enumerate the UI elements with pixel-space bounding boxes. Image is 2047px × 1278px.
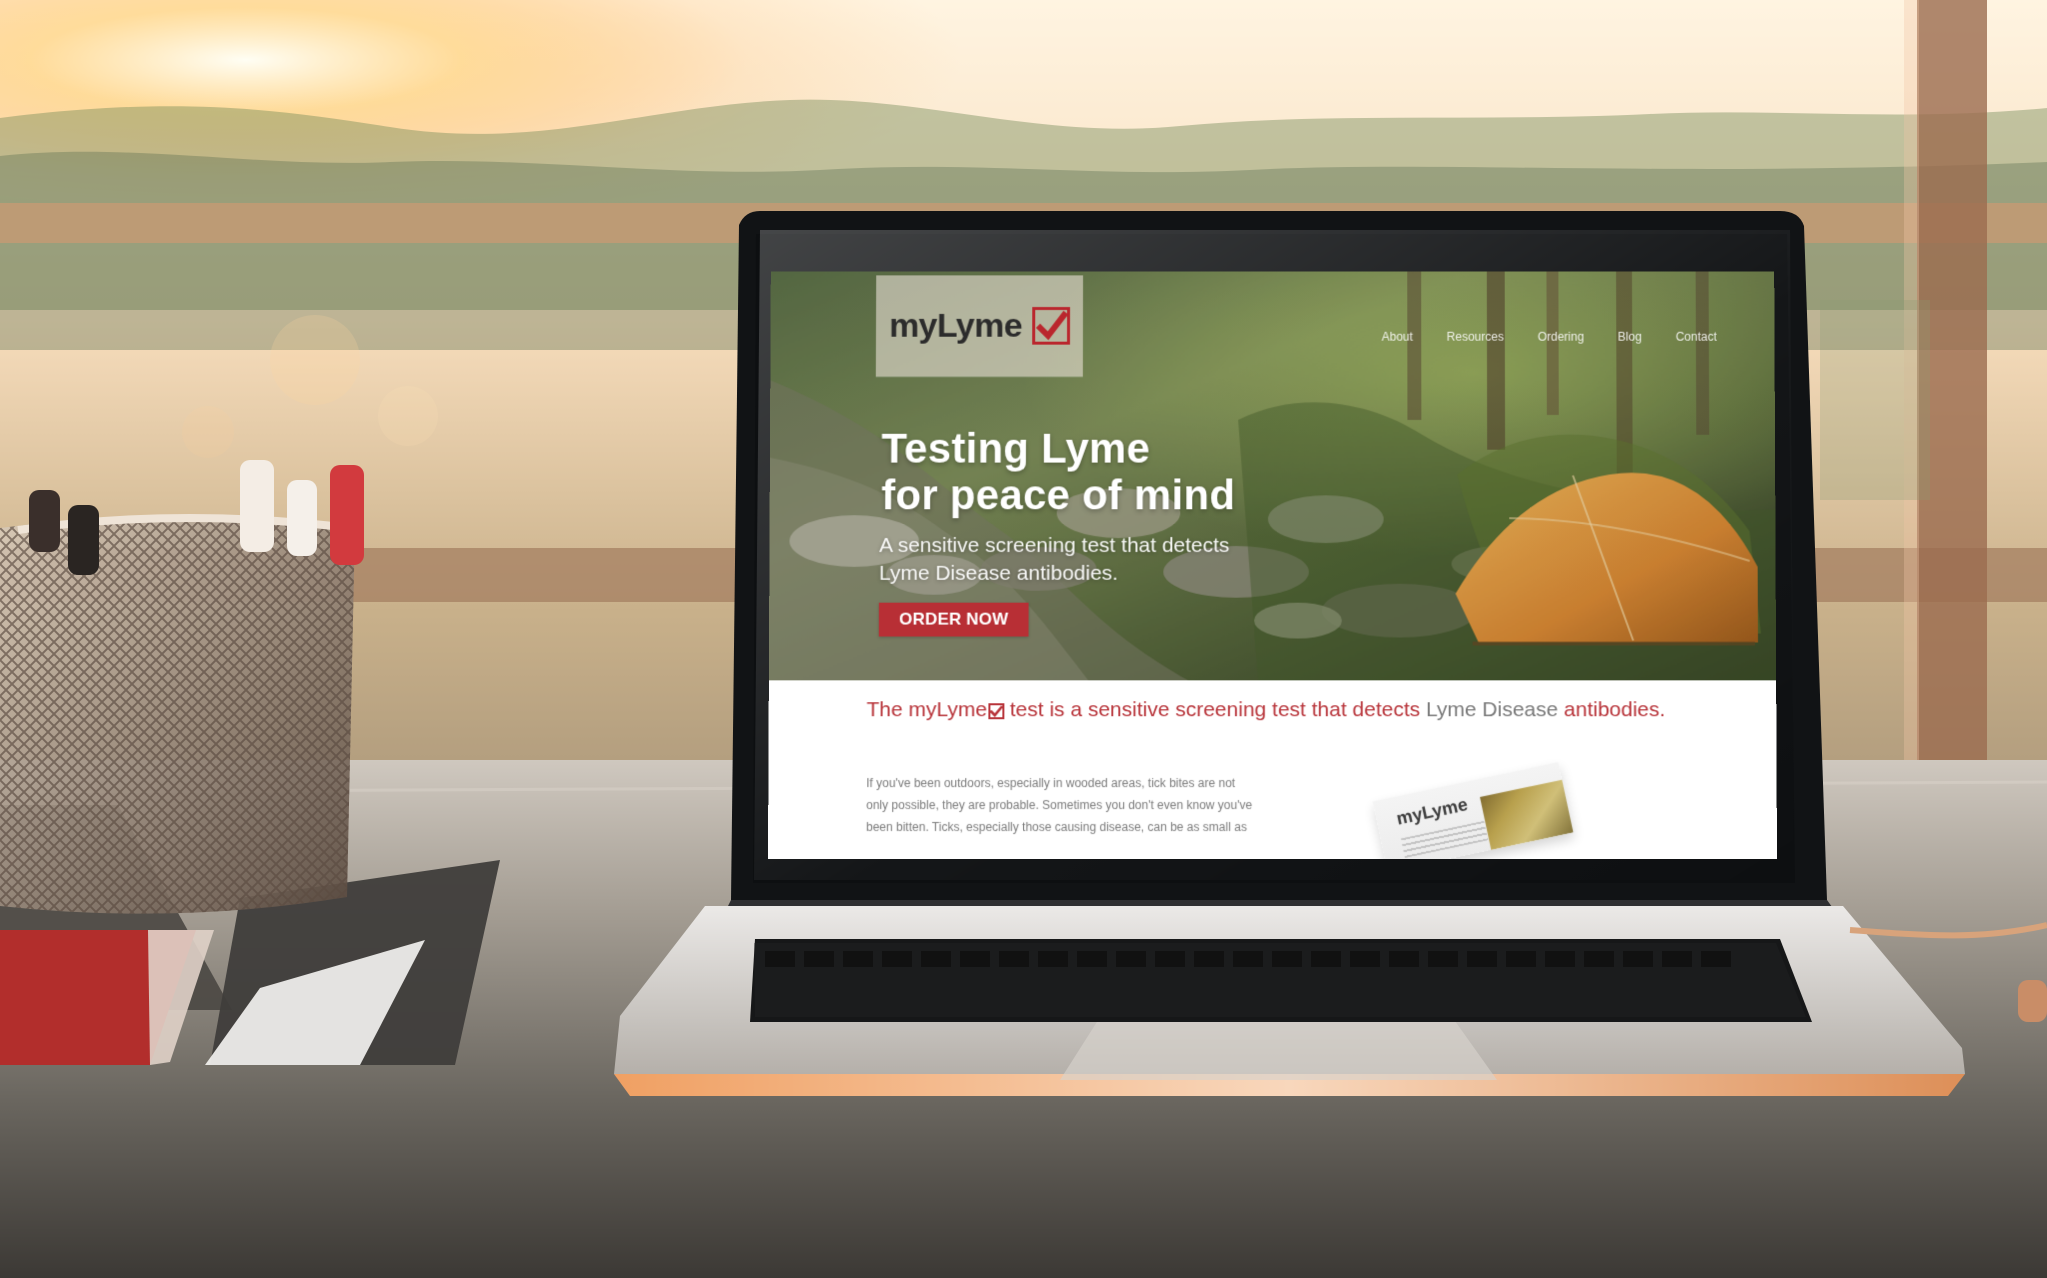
content-section: The myLyme test is a sensitive screening… xyxy=(768,680,1777,859)
hero-headline: Testing Lyme for peace of mind xyxy=(881,425,1300,518)
brand-name: myLyme xyxy=(889,306,1023,345)
nav-ordering[interactable]: Ordering xyxy=(1538,330,1584,344)
test-kit-image-panel xyxy=(1479,778,1574,850)
nav-blog[interactable]: Blog xyxy=(1618,330,1642,344)
hero-section: myLyme About Resources Ordering Blog Con… xyxy=(768,271,1777,681)
test-kit-brand: myLyme xyxy=(1394,794,1470,829)
intro-prefix: The xyxy=(866,698,909,722)
intro-highlight: Lyme Disease xyxy=(1425,698,1559,722)
intro-brand: myLyme xyxy=(908,695,1005,725)
checkbox-check-icon xyxy=(1032,307,1070,345)
hero-headline-line-2: for peace of mind xyxy=(881,471,1236,519)
hero-headline-line-1: Testing Lyme xyxy=(881,424,1151,472)
test-kit-image: myLyme xyxy=(1372,762,1574,859)
intro-text: The myLyme test is a sensitive screening… xyxy=(867,695,1666,725)
checkbox-check-icon xyxy=(987,703,1005,720)
brand-logo[interactable]: myLyme xyxy=(875,275,1084,377)
body-copy: If you've been outdoors, especially in w… xyxy=(866,772,1311,838)
hero-subheadline-line-1: A sensitive screening test that detects xyxy=(879,534,1230,557)
nav-contact[interactable]: Contact xyxy=(1676,330,1717,344)
nav-about[interactable]: About xyxy=(1382,330,1413,344)
intro-suffix: antibodies. xyxy=(1563,698,1666,722)
intro-brand-name: myLyme xyxy=(908,698,988,722)
body-line-3: been bitten. Ticks, especially those cau… xyxy=(866,820,1247,835)
hero-subheadline-line-2: Lyme Disease antibodies. xyxy=(879,561,1119,585)
website-screen: myLyme About Resources Ordering Blog Con… xyxy=(768,271,1777,859)
photo-scene: myLyme About Resources Ordering Blog Con… xyxy=(0,0,2047,1278)
main-navigation: About Resources Ordering Blog Contact xyxy=(1382,330,1717,344)
order-now-button[interactable]: ORDER NOW xyxy=(878,602,1029,637)
hero-subheadline: A sensitive screening test that detects … xyxy=(879,532,1308,588)
intro-middle: test is a sensitive screening test that … xyxy=(1009,698,1426,722)
nav-resources[interactable]: Resources xyxy=(1447,330,1504,344)
body-line-1: If you've been outdoors, especially in w… xyxy=(866,776,1236,791)
body-line-2: only possible, they are probable. Someti… xyxy=(866,798,1253,813)
